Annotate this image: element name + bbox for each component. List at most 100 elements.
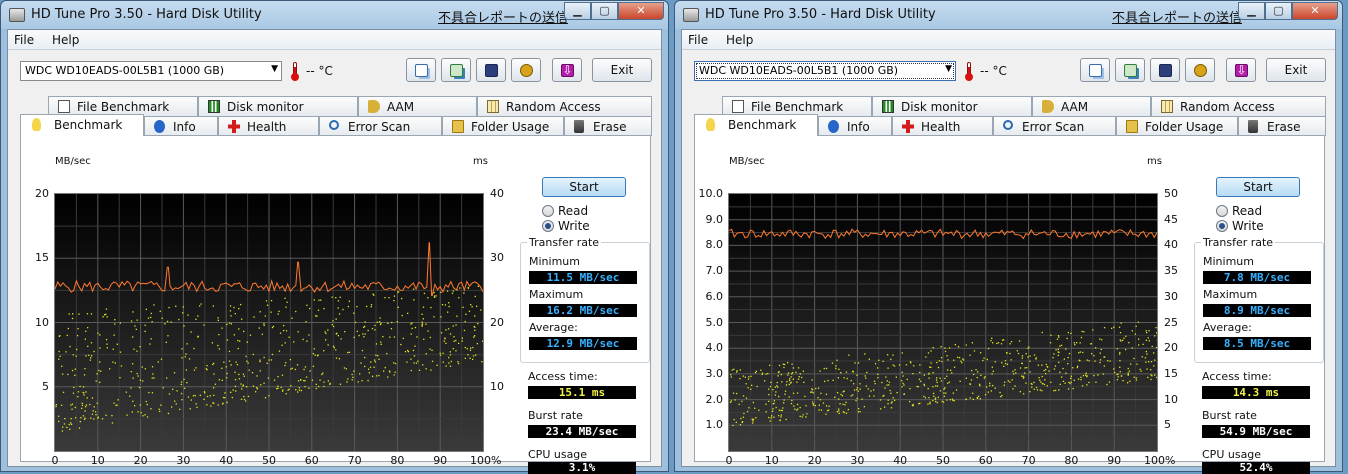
tab-aam[interactable]: AAM xyxy=(1032,96,1151,116)
tab-random-access[interactable]: Random Access xyxy=(1151,96,1326,116)
tab-health[interactable]: Health xyxy=(218,116,319,136)
copy-screenshot-button[interactable] xyxy=(441,58,471,82)
access-time-point xyxy=(1061,345,1062,346)
tab-benchmark[interactable]: Benchmark xyxy=(694,114,818,136)
access-time-point xyxy=(443,362,444,363)
tab-aam[interactable]: AAM xyxy=(358,96,477,116)
access-time-point xyxy=(740,418,741,419)
access-time-point xyxy=(344,331,345,332)
access-time-point xyxy=(928,352,929,353)
access-time-point xyxy=(880,408,881,409)
minimize-icon[interactable]: ▁ xyxy=(1238,2,1265,20)
title-bar[interactable]: HD Tune Pro 3.50 - Hard Disk Utility 不具合… xyxy=(1,1,668,29)
access-time-point xyxy=(140,404,141,405)
access-time-point xyxy=(1095,347,1096,348)
close-icon[interactable]: ✕ xyxy=(1292,2,1338,20)
access-time-point xyxy=(415,327,416,328)
tab-disk-monitor[interactable]: Disk monitor xyxy=(872,96,1032,116)
access-time-point xyxy=(1065,373,1066,374)
access-time-point xyxy=(1135,334,1136,335)
menu-help[interactable]: Help xyxy=(52,33,79,47)
access-time-point xyxy=(788,372,789,373)
copy-text-button[interactable] xyxy=(1080,58,1110,82)
download-button[interactable]: ⇩ xyxy=(552,58,582,82)
menu-file[interactable]: File xyxy=(688,33,708,47)
access-time-point xyxy=(306,305,307,306)
save-button[interactable] xyxy=(476,58,506,82)
average-label: Average: xyxy=(529,321,578,334)
access-time-point xyxy=(1154,360,1155,361)
minimize-icon[interactable]: ▁ xyxy=(564,2,591,20)
access-time-point xyxy=(373,367,374,368)
access-time-point xyxy=(820,393,821,394)
access-time-point xyxy=(338,335,339,336)
save-button[interactable] xyxy=(1150,58,1180,82)
access-time-point xyxy=(71,409,72,410)
options-button[interactable] xyxy=(511,58,541,82)
y2-tick-label: 45 xyxy=(1164,213,1194,226)
tab-file-benchmark[interactable]: File Benchmark xyxy=(48,96,198,116)
access-time-point xyxy=(1129,381,1130,382)
access-time-point xyxy=(1038,365,1039,366)
access-time-point xyxy=(980,398,981,399)
y2-tick-label: 25 xyxy=(1164,316,1194,329)
exit-button[interactable]: Exit xyxy=(592,58,652,82)
drive-select[interactable]: WDC WD10EADS-00L5B1 (1000 GB) ▼ xyxy=(20,61,282,81)
copy-screenshot-button[interactable] xyxy=(1115,58,1145,82)
access-time-point xyxy=(181,384,182,385)
access-time-point xyxy=(1146,330,1147,331)
tab-health[interactable]: Health xyxy=(892,116,993,136)
start-button[interactable]: Start xyxy=(1216,177,1300,197)
access-time-point xyxy=(1117,379,1118,380)
access-time-point xyxy=(913,365,914,366)
access-time-point xyxy=(1078,379,1079,380)
title-bar[interactable]: HD Tune Pro 3.50 - Hard Disk Utility 不具合… xyxy=(675,1,1342,29)
access-time-point xyxy=(70,404,71,405)
access-time-point xyxy=(252,372,253,373)
tab-erase[interactable]: Erase xyxy=(564,116,652,136)
tab-folder-usage[interactable]: Folder Usage xyxy=(442,116,564,136)
access-time-point xyxy=(375,361,376,362)
access-time-point xyxy=(126,415,127,416)
exit-button[interactable]: Exit xyxy=(1266,58,1326,82)
menu-file[interactable]: File xyxy=(14,33,34,47)
copy-text-button[interactable] xyxy=(406,58,436,82)
access-time-point xyxy=(884,388,885,389)
close-icon[interactable]: ✕ xyxy=(618,2,664,20)
tab-disk-monitor[interactable]: Disk monitor xyxy=(198,96,358,116)
access-time-point xyxy=(407,313,408,314)
access-time-point xyxy=(141,412,142,413)
access-time-point xyxy=(377,355,378,356)
tab-random-access[interactable]: Random Access xyxy=(477,96,652,116)
download-button[interactable]: ⇩ xyxy=(1226,58,1256,82)
maximize-icon[interactable]: ▢ xyxy=(591,2,618,20)
access-time-point xyxy=(1119,354,1120,355)
start-button[interactable]: Start xyxy=(542,177,626,197)
options-button[interactable] xyxy=(1185,58,1215,82)
tab-info[interactable]: Info xyxy=(818,116,892,136)
drive-select[interactable]: WDC WD10EADS-00L5B1 (1000 GB) ▼ xyxy=(694,61,956,81)
tab-error-scan[interactable]: Error Scan xyxy=(993,116,1116,136)
access-time-point xyxy=(174,401,175,402)
tab-info[interactable]: Info xyxy=(144,116,218,136)
tab-file-benchmark[interactable]: File Benchmark xyxy=(722,96,872,116)
access-time-point xyxy=(338,307,339,308)
menu-help[interactable]: Help xyxy=(726,33,753,47)
report-link[interactable]: 不具合レポートの送信 xyxy=(1112,7,1242,26)
access-time-point xyxy=(132,311,133,312)
access-time-point xyxy=(823,402,824,403)
access-time-point xyxy=(305,321,306,322)
access-time-point xyxy=(742,421,743,422)
maximize-icon[interactable]: ▢ xyxy=(1265,2,1292,20)
access-time-point xyxy=(853,383,854,384)
report-link[interactable]: 不具合レポートの送信 xyxy=(438,7,568,26)
access-time-point xyxy=(263,383,264,384)
tab-folder-usage[interactable]: Folder Usage xyxy=(1116,116,1238,136)
tab-error-scan[interactable]: Error Scan xyxy=(319,116,442,136)
access-time-point xyxy=(112,422,113,423)
save-icon xyxy=(485,64,498,77)
y2-tick-label: 40 xyxy=(1164,238,1194,251)
tab-benchmark[interactable]: Benchmark xyxy=(20,114,144,136)
access-time-point xyxy=(210,405,211,406)
tab-erase[interactable]: Erase xyxy=(1238,116,1326,136)
